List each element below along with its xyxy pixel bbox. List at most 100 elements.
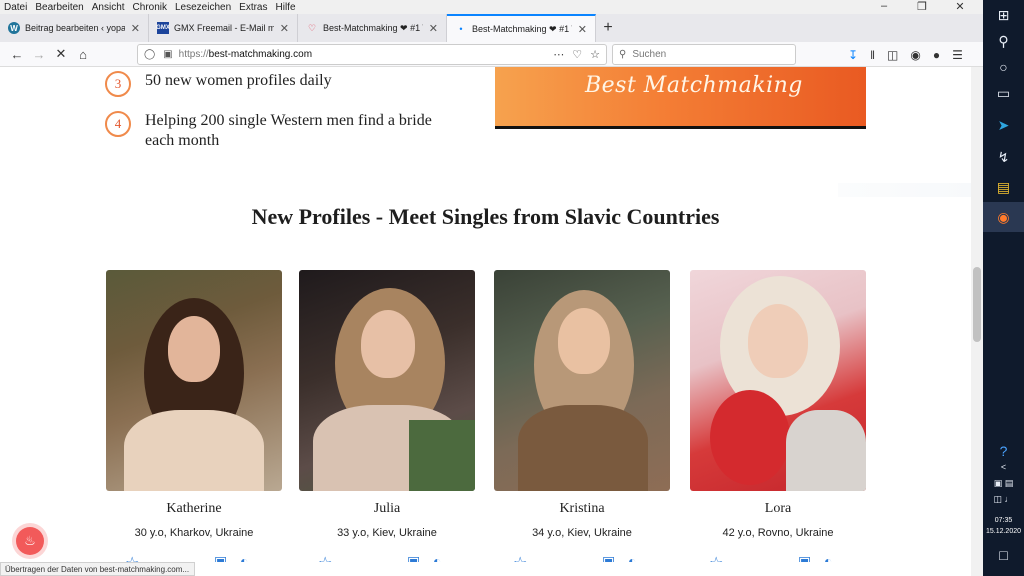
menu-hilfe[interactable]: Hilfe <box>276 2 296 13</box>
profile-name[interactable]: Lora <box>690 501 866 517</box>
tab-label: Beitrag bearbeiten ‹ yopa live <box>25 23 125 33</box>
feature-number: 4 <box>105 111 131 137</box>
feature-text: 50 new women profiles daily <box>145 72 332 89</box>
profile-photo[interactable] <box>106 270 282 491</box>
tab-best-matchmaking-2[interactable]: • Best-Matchmaking ❤ #1 Trust ✕ <box>447 14 596 42</box>
pocket-icon[interactable]: ♡ <box>572 48 582 61</box>
gift-icon[interactable]: ▣ <box>214 553 227 562</box>
chat-icon[interactable]: ◐ <box>433 553 441 562</box>
library-icon[interactable]: ‖ <box>870 48 875 62</box>
navigation-bar: ← → ✕ ⌂ ◯ ▣ https:// best-matchmaking.co… <box>0 42 983 67</box>
profile-actions: ☆ ▣ ◐ <box>690 553 866 562</box>
close-tab-icon[interactable]: ✕ <box>578 23 587 36</box>
feature-item: 4 Helping 200 single Western men find a … <box>105 111 455 151</box>
profile-actions: ☆ ▣ ◐ <box>106 553 282 562</box>
star-icon[interactable]: ☆ <box>125 553 139 562</box>
status-bar: Übertragen der Daten von best-matchmakin… <box>0 562 195 576</box>
menu-lesezeichen[interactable]: Lesezeichen <box>175 2 231 13</box>
profile-photo[interactable] <box>494 270 670 491</box>
telegram-icon[interactable]: ➤ <box>983 110 1024 140</box>
scrollbar[interactable] <box>971 67 983 576</box>
taskbar-clock[interactable]: 07:35 15.12.2020 <box>983 515 1024 537</box>
profile-info: 34 y.o, Kiev, Ukraine <box>532 527 632 539</box>
url-bar[interactable]: ◯ ▣ https:// best-matchmaking.com ⋯ ♡ ☆ <box>137 44 607 65</box>
profile-name[interactable]: Kristina <box>494 501 670 517</box>
menu-bearbeiten[interactable]: Bearbeiten <box>35 2 83 13</box>
toolbar: ↧ ‖ ◫ ◉ ● ☰ <box>848 42 963 67</box>
menu-chronik[interactable]: Chronik <box>133 2 167 13</box>
windows-taskbar: ⊞ ⚲ ○ ▭ ➤ ↯ ▤ ◉ ? < ▣ ▤ ◫ ♩ 07:35 15.12.… <box>983 0 1024 576</box>
menu-hamburger-icon[interactable]: ☰ <box>952 48 963 62</box>
download-icon[interactable]: ↧ <box>848 48 858 62</box>
device-icon[interactable]: ▣ ▤ <box>983 478 1024 489</box>
close-tab-icon[interactable]: ✕ <box>429 22 438 35</box>
firefox-icon[interactable]: ◉ <box>983 202 1024 232</box>
file-explorer-icon[interactable]: ▤ <box>983 172 1024 202</box>
network-volume-icon[interactable]: ◫ ♩ <box>983 494 1024 505</box>
profile-card[interactable]: Kristina 34 y.o, Kiev, Ukraine ☆ ▣ ◐ <box>494 270 670 562</box>
tab-label: GMX Freemail - E-Mail made i <box>174 23 274 33</box>
stop-icon[interactable]: ✕ <box>50 43 72 65</box>
restore-icon[interactable]: ❐ <box>907 0 937 13</box>
lock-icon[interactable]: ▣ <box>163 49 172 60</box>
profile-card[interactable]: Katherine 30 y.o, Kharkov, Ukraine ☆ ▣ ◐ <box>106 270 282 562</box>
home-icon[interactable]: ⌂ <box>72 43 94 65</box>
chat-icon[interactable]: ◐ <box>824 553 832 562</box>
heart-icon: ♡ <box>307 22 317 33</box>
profile-actions: ☆ ▣ ◐ <box>299 553 475 562</box>
profile-card[interactable]: Lora 42 y.o, Rovno, Ukraine ☆ ▣ ◐ <box>690 270 866 562</box>
chevron-left-icon[interactable]: < <box>983 462 1024 472</box>
close-tab-icon[interactable]: ✕ <box>131 22 140 35</box>
faint-placeholder <box>838 183 971 197</box>
shield-icon[interactable]: ◯ <box>144 49 155 60</box>
more-icon[interactable]: ⋯ <box>553 48 564 61</box>
close-tab-icon[interactable]: ✕ <box>280 22 289 35</box>
profile-name[interactable]: Katherine <box>106 501 282 517</box>
bookmark-star-icon[interactable]: ☆ <box>590 48 600 61</box>
profile-card[interactable]: Julia 33 y.o, Kiev, Ukraine ☆ ▣ ◐ <box>299 270 475 562</box>
star-icon[interactable]: ☆ <box>318 553 332 562</box>
tab-bar: W Beitrag bearbeiten ‹ yopa live ✕ GMX G… <box>0 14 983 42</box>
url-host: best-matchmaking.com <box>208 49 313 60</box>
search-placeholder: Suchen <box>632 49 667 60</box>
search-input[interactable]: ⚲ Suchen <box>612 44 796 65</box>
star-icon[interactable]: ☆ <box>513 553 527 562</box>
menu-datei[interactable]: Datei <box>4 2 27 13</box>
new-tab-button[interactable]: + <box>596 14 620 42</box>
profile-info: 33 y.o, Kiev, Ukraine <box>337 527 437 539</box>
notification-bell-icon[interactable]: ♨ <box>16 527 44 555</box>
brand-banner: Best Matchmaking <box>495 67 866 129</box>
banner-logo-text: Best Matchmaking <box>585 73 803 98</box>
extension-icon[interactable]: ● <box>933 48 940 62</box>
close-icon[interactable]: ✕ <box>945 0 975 13</box>
page-content: 3 50 new women profiles daily 4 Helping … <box>0 67 971 562</box>
tab-best-matchmaking-1[interactable]: ♡ Best-Matchmaking ❤ #1 Trust ✕ <box>298 14 447 42</box>
profile-photo[interactable] <box>690 270 866 491</box>
notification-center-icon[interactable]: □ <box>983 540 1024 570</box>
menu-extras[interactable]: Extras <box>239 2 267 13</box>
menu-ansicht[interactable]: Ansicht <box>92 2 125 13</box>
account-icon[interactable]: ◉ <box>910 48 920 62</box>
back-icon[interactable]: ← <box>6 43 28 65</box>
chat-icon[interactable]: ◐ <box>240 553 248 562</box>
gift-icon[interactable]: ▣ <box>602 553 615 562</box>
tab-wordpress[interactable]: W Beitrag bearbeiten ‹ yopa live ✕ <box>0 14 149 42</box>
feature-text: Helping 200 single Western men find a br… <box>145 112 432 149</box>
sidebar-icon[interactable]: ◫ <box>887 48 898 62</box>
chat-icon[interactable]: ◐ <box>628 553 636 562</box>
minimize-icon[interactable]: – <box>869 0 899 13</box>
search-icon: ⚲ <box>619 49 627 60</box>
profile-photo[interactable] <box>299 270 475 491</box>
forward-icon[interactable]: → <box>28 43 50 65</box>
tab-label: Best-Matchmaking ❤ #1 Trust <box>472 23 572 34</box>
gift-icon[interactable]: ▣ <box>407 553 420 562</box>
scrollbar-thumb[interactable] <box>973 267 981 342</box>
profile-name[interactable]: Julia <box>299 501 475 517</box>
app-icon[interactable]: ↯ <box>983 142 1024 172</box>
tab-gmx[interactable]: GMX GMX Freemail - E-Mail made i ✕ <box>149 14 298 42</box>
gift-icon[interactable]: ▣ <box>798 553 811 562</box>
star-icon[interactable]: ☆ <box>709 553 723 562</box>
menu-bar: Datei Bearbeiten Ansicht Chronik Lesezei… <box>0 0 983 14</box>
task-view-icon[interactable]: ▭ <box>983 78 1024 108</box>
wordpress-icon: W <box>8 22 20 34</box>
